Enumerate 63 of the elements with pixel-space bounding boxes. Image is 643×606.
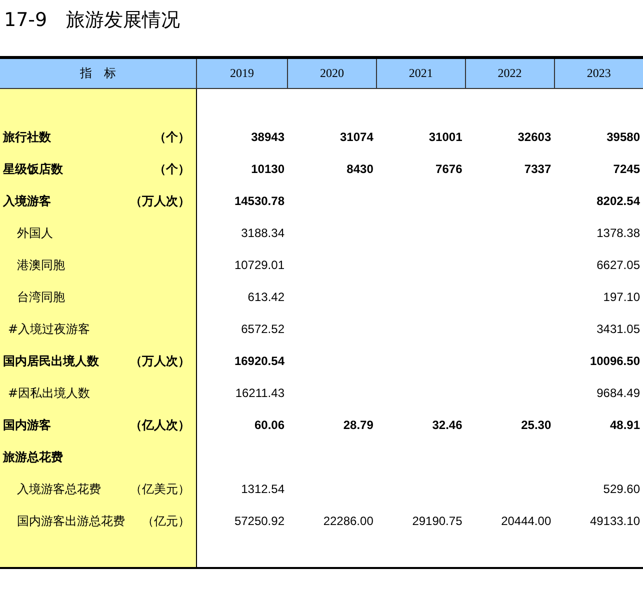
row-label: 台湾同胞 xyxy=(17,288,65,306)
row-label: #因私出境人数 xyxy=(8,384,90,402)
column-header: 2021 xyxy=(376,58,466,88)
table-value: 20444.00 xyxy=(501,514,552,528)
table-value: 7245 xyxy=(613,162,640,176)
table-value: 6627.05 xyxy=(596,258,640,272)
table-value: 10130 xyxy=(251,162,284,176)
unit-label: （亿元） xyxy=(142,512,190,530)
table-value: 16920.54 xyxy=(234,354,284,368)
row-label: #入境过夜游客 xyxy=(8,320,90,338)
unit-label: （万人次） xyxy=(130,352,190,370)
column-header: 2022 xyxy=(465,58,554,88)
table-value: 14530.78 xyxy=(234,194,284,208)
table-value: 7676 xyxy=(436,162,462,176)
unit-label: （个） xyxy=(154,160,190,178)
table-value: 1378.38 xyxy=(596,226,640,240)
table-value: 10096.50 xyxy=(590,354,640,368)
column-header: 指 标 xyxy=(0,58,196,88)
table-value: 29190.75 xyxy=(412,514,462,528)
table-value: 48.91 xyxy=(610,418,640,432)
unit-label: （个） xyxy=(154,128,190,146)
unit-label: （万人次） xyxy=(130,192,190,210)
row-label: 入境游客 xyxy=(3,192,51,210)
table-value: 197.10 xyxy=(603,290,640,304)
table-value: 7337 xyxy=(524,162,552,176)
table-value: 6572.52 xyxy=(241,322,284,336)
table-value: 9684.49 xyxy=(596,386,640,400)
column-header: 2023 xyxy=(554,58,643,88)
row-label: 外国人 xyxy=(17,224,53,242)
row-label: 星级饭店数 xyxy=(3,160,63,178)
column-header: 2019 xyxy=(196,58,288,88)
table-value: 22286.00 xyxy=(323,514,374,528)
row-label: 旅游总花费 xyxy=(3,448,63,466)
row-label: 国内居民出境人数 xyxy=(3,352,99,370)
table-value: 28.79 xyxy=(343,418,374,432)
row-label: 港澳同胞 xyxy=(17,256,65,274)
table-value: 31001 xyxy=(428,130,462,144)
row-label: 国内游客 xyxy=(3,416,51,434)
table-value: 613.42 xyxy=(248,290,284,304)
table-value: 39580 xyxy=(606,130,640,144)
table-value: 32.46 xyxy=(432,418,462,432)
table-value: 60.06 xyxy=(254,418,284,432)
row-label: 国内游客出游总花费 xyxy=(17,512,125,530)
table-title: 17-9 旅游发展情况 xyxy=(3,8,182,33)
table-value: 57250.92 xyxy=(234,514,284,528)
table-value: 3431.05 xyxy=(596,322,640,336)
row-label: 入境游客总花费 xyxy=(17,480,101,498)
table-value: 8202.54 xyxy=(596,194,640,208)
table-value: 25.30 xyxy=(521,418,552,432)
row-label: 旅行社数 xyxy=(3,128,51,146)
table-value: 16211.43 xyxy=(235,386,284,400)
unit-label: （亿人次） xyxy=(130,416,190,434)
table-value: 529.60 xyxy=(603,482,640,496)
column-header: 2020 xyxy=(288,58,376,88)
unit-label: （亿美元） xyxy=(130,480,190,498)
table-value: 31074 xyxy=(340,130,374,144)
table-value: 8430 xyxy=(346,162,374,176)
table-value: 49133.10 xyxy=(590,514,640,528)
table-value: 3188.34 xyxy=(241,226,284,240)
table-value: 38943 xyxy=(251,130,284,144)
table-value: 10729.01 xyxy=(234,258,284,272)
table-value: 1312.54 xyxy=(241,482,284,496)
table-value: 32603 xyxy=(518,130,552,144)
